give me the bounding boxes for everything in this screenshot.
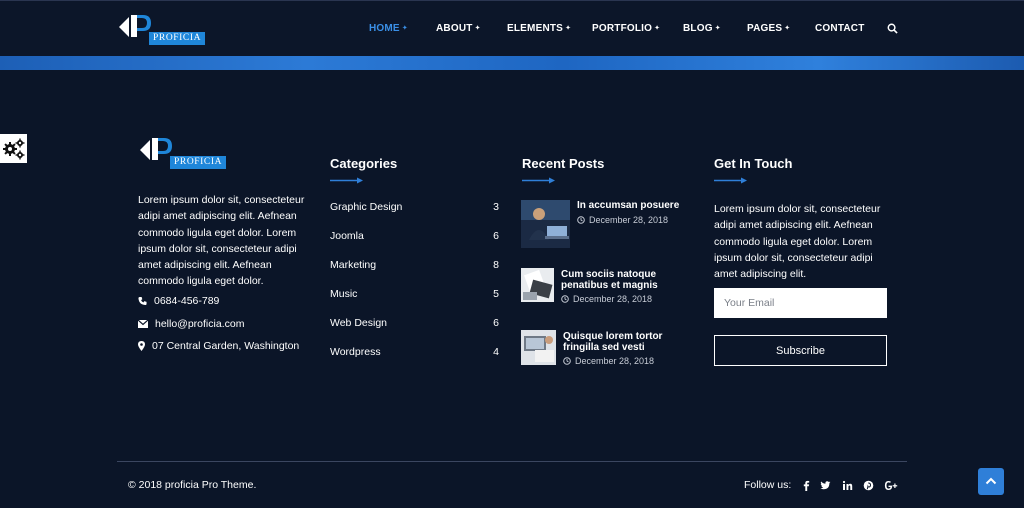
- search-icon[interactable]: [887, 23, 898, 34]
- copyright-text: © 2018 proficia Pro Theme.: [128, 479, 257, 491]
- nav-home-label: HOME: [369, 23, 400, 34]
- clock-icon: [563, 357, 571, 365]
- category-item[interactable]: Marketing 8: [330, 259, 499, 271]
- phone-icon: [138, 296, 147, 306]
- nav-portfolio[interactable]: PORTFOLIO ✦: [592, 23, 660, 34]
- post-title-line: In accumsan posuere: [577, 200, 680, 211]
- get-in-touch-heading: Get In Touch: [714, 156, 793, 171]
- get-in-touch-text: Lorem ipsum dolor sit, consecteteur adip…: [714, 203, 881, 281]
- post-title-line: Quisque lorem tortor: [563, 331, 663, 342]
- category-count: 4: [493, 346, 499, 358]
- dropdown-icon: ✦: [401, 25, 408, 32]
- category-name: Wordpress: [330, 346, 381, 358]
- heading-arrow-icon: [330, 177, 363, 184]
- post-title-line: Cum sociis natoque: [561, 269, 657, 280]
- category-name: Marketing: [330, 259, 377, 271]
- subscribe-button[interactable]: Subscribe: [714, 335, 887, 366]
- contact-address: 07 Central Garden, Washington: [138, 340, 299, 352]
- category-item[interactable]: Wordpress 4: [330, 346, 499, 358]
- post-thumbnail[interactable]: [521, 200, 570, 248]
- post-date: December 28, 2018: [563, 356, 654, 366]
- address-text: 07 Central Garden, Washington: [152, 340, 300, 352]
- chevron-up-icon: [985, 477, 997, 485]
- clock-icon: [561, 295, 569, 303]
- follow-us-label: Follow us:: [744, 479, 792, 491]
- post-title[interactable]: In accumsan posuere: [577, 200, 680, 212]
- footer-logo[interactable]: PROFICIA: [138, 136, 227, 172]
- post-thumbnail[interactable]: [521, 330, 556, 365]
- contact-phone: 0684-456-789: [138, 295, 219, 307]
- nav-home[interactable]: HOME ✦: [369, 23, 408, 34]
- nav-contact-label: CONTACT: [815, 23, 865, 34]
- category-item[interactable]: Web Design 6: [330, 317, 499, 329]
- back-to-top-button[interactable]: [978, 468, 1004, 495]
- category-name: Graphic Design: [330, 201, 403, 213]
- recent-posts-heading: Recent Posts: [522, 156, 605, 171]
- heading-arrow-icon: [522, 177, 555, 184]
- category-count: 6: [493, 317, 499, 329]
- nav-elements[interactable]: ELEMENTS ✦: [507, 23, 571, 34]
- google-plus-icon[interactable]: [884, 480, 898, 491]
- settings-toggle[interactable]: [0, 134, 27, 163]
- clock-icon: [577, 216, 585, 224]
- newsletter-email-input[interactable]: [714, 288, 887, 318]
- post-date-text: December 28, 2018: [573, 294, 653, 304]
- nav-blog-label: BLOG: [683, 23, 713, 34]
- category-name: Music: [330, 288, 358, 300]
- post-title-line: fringilla sed vesti: [563, 341, 645, 353]
- category-item[interactable]: Music 5: [330, 288, 499, 300]
- dropdown-icon: ✦: [474, 25, 481, 32]
- nav-pages-label: PAGES: [747, 23, 783, 34]
- category-count: 3: [493, 201, 499, 213]
- nav-about[interactable]: ABOUT ✦: [436, 23, 481, 34]
- about-description: Lorem ipsum dolor sit, consecteteur adip…: [138, 194, 305, 288]
- map-marker-icon: [138, 341, 145, 351]
- site-logo[interactable]: PROFICIA: [117, 13, 206, 47]
- dropdown-icon: ✦: [784, 25, 791, 32]
- site-header: PROFICIA HOME ✦ ABOUT ✦ ELEMENTS ✦ PORTFOLI…: [0, 0, 1024, 56]
- dropdown-icon: ✦: [654, 25, 661, 32]
- footer-divider: [117, 461, 907, 462]
- post-date-text: December 28, 2018: [589, 215, 669, 225]
- post-title[interactable]: Cum sociis natoque penatibus et magnis: [561, 269, 658, 291]
- dropdown-icon: ✦: [714, 25, 721, 32]
- category-count: 6: [493, 230, 499, 242]
- nav-contact[interactable]: CONTACT: [815, 23, 865, 34]
- nav-about-label: ABOUT: [436, 23, 473, 34]
- envelope-icon: [138, 320, 148, 328]
- nav-pages[interactable]: PAGES ✦: [747, 23, 790, 34]
- pinterest-icon[interactable]: [863, 480, 874, 491]
- category-name: Web Design: [330, 317, 388, 329]
- category-item[interactable]: Joomla 6: [330, 230, 499, 242]
- post-thumbnail[interactable]: [521, 268, 554, 302]
- heading-arrow-icon: [714, 177, 747, 184]
- contact-email: hello@proficia.com: [138, 318, 244, 330]
- post-date: December 28, 2018: [577, 215, 668, 225]
- category-item[interactable]: Graphic Design 3: [330, 201, 499, 213]
- facebook-icon[interactable]: [801, 480, 812, 491]
- post-title[interactable]: Quisque lorem tortor fringilla sed vesti: [563, 331, 663, 353]
- phone-text: 0684-456-789: [154, 295, 220, 307]
- logo-wordmark: PROFICIA: [149, 32, 206, 45]
- category-count: 5: [493, 288, 499, 300]
- nav-elements-label: ELEMENTS: [507, 23, 564, 34]
- hero-banner-strip: [0, 56, 1024, 70]
- post-date: December 28, 2018: [561, 294, 652, 304]
- linkedin-icon[interactable]: [842, 480, 853, 491]
- email-text[interactable]: hello@proficia.com: [155, 318, 244, 330]
- nav-blog[interactable]: BLOG ✦: [683, 23, 721, 34]
- dropdown-icon: ✦: [565, 25, 572, 32]
- twitter-icon[interactable]: [820, 480, 831, 491]
- category-name: Joomla: [330, 230, 364, 242]
- post-title-line: penatibus et magnis: [561, 279, 658, 291]
- gears-icon: [3, 138, 25, 160]
- logo-wordmark: PROFICIA: [170, 156, 227, 169]
- nav-portfolio-label: PORTFOLIO: [592, 23, 653, 34]
- post-date-text: December 28, 2018: [575, 356, 655, 366]
- category-count: 8: [493, 259, 499, 271]
- categories-heading: Categories: [330, 156, 398, 171]
